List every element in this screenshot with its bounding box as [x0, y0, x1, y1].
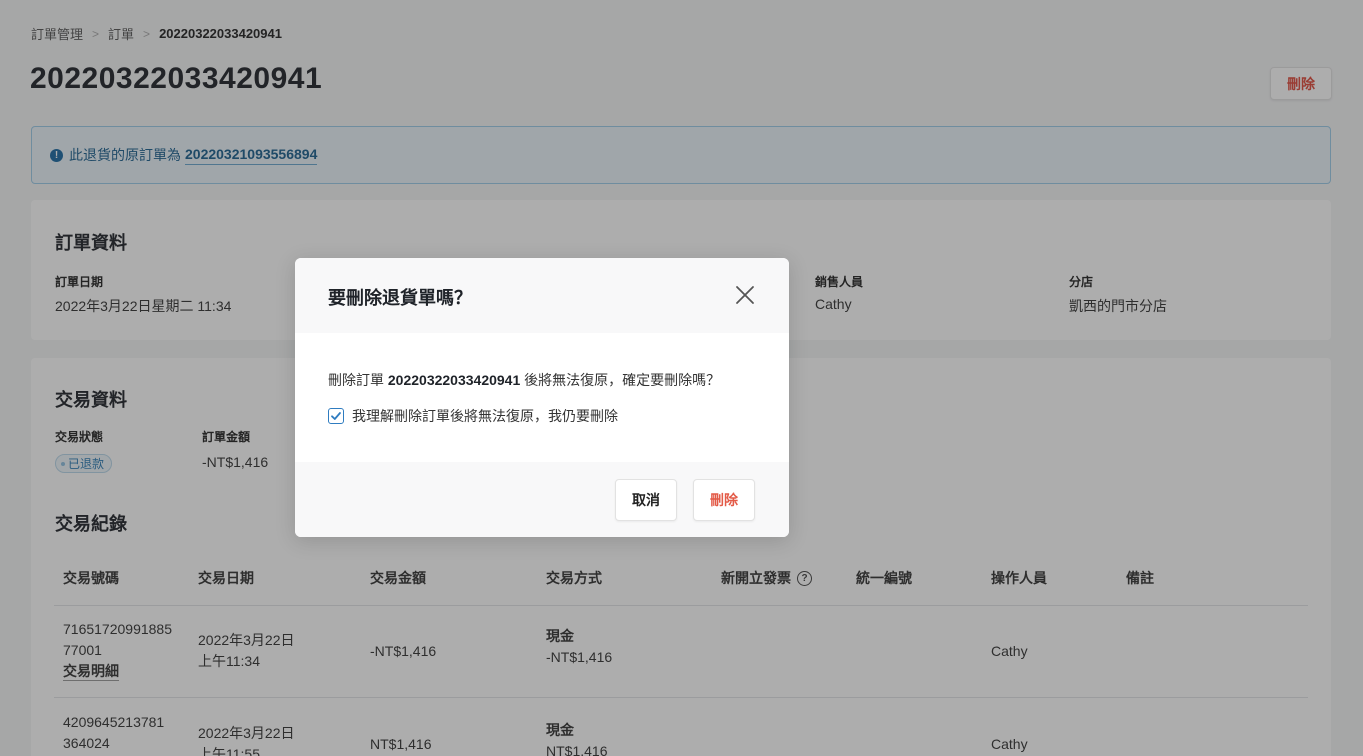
modal-message-suffix: 後將無法復原，確定要刪除嗎？: [524, 372, 721, 388]
delete-confirm-modal: 要刪除退貨單嗎？ 刪除訂單 20220322033420941 後將無法復原，確…: [295, 258, 789, 537]
cancel-button[interactable]: 取消: [615, 479, 677, 521]
confirm-delete-button[interactable]: 刪除: [693, 479, 755, 521]
close-icon[interactable]: [734, 284, 756, 306]
modal-title: 要刪除退貨單嗎？: [328, 288, 472, 308]
confirm-checkbox[interactable]: [328, 408, 344, 424]
check-icon: [331, 412, 341, 420]
modal-message-order: 20220322033420941: [387, 372, 521, 388]
confirm-checkbox-row[interactable]: 我理解刪除訂單後將無法復原，我仍要刪除: [328, 406, 618, 426]
modal-message-prefix: 刪除訂單: [328, 372, 384, 388]
confirm-checkbox-label[interactable]: 我理解刪除訂單後將無法復原，我仍要刪除: [352, 406, 618, 426]
modal-message: 刪除訂單 20220322033420941 後將無法復原，確定要刪除嗎？: [328, 370, 720, 390]
